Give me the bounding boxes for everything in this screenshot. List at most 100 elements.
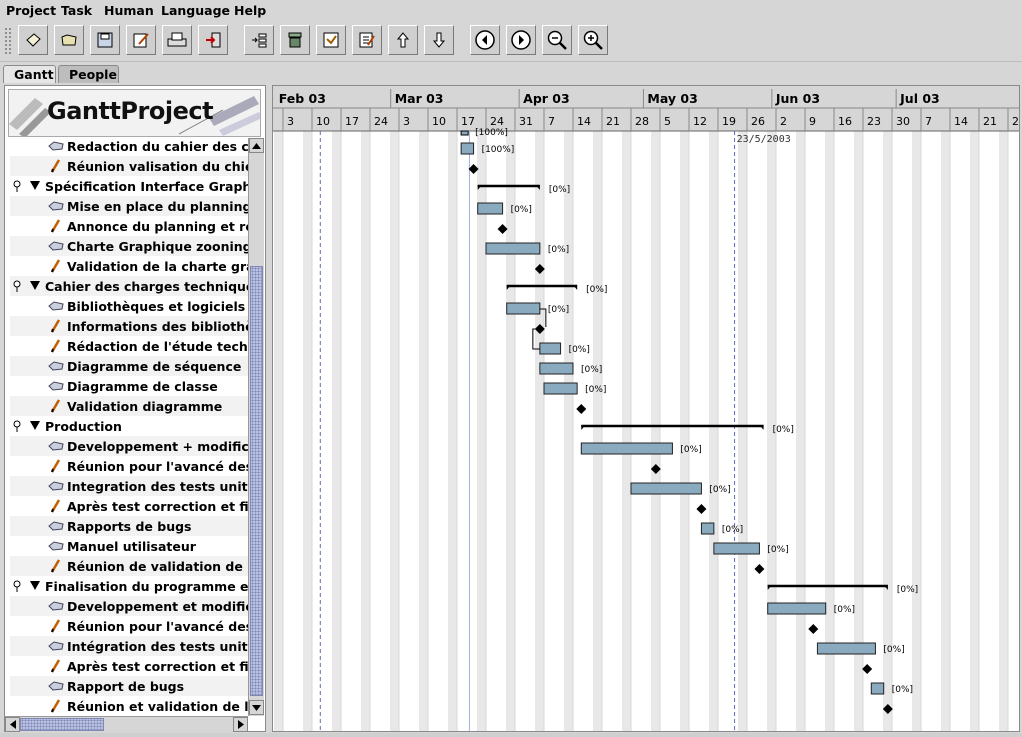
pin-icon[interactable] — [12, 420, 22, 432]
task-bar[interactable] — [460, 142, 475, 155]
new-project-button[interactable] — [18, 25, 48, 55]
scroll-forward-icon — [511, 30, 531, 50]
task-row[interactable]: Integration des tests unitaires — [10, 476, 253, 496]
task-bar[interactable] — [506, 302, 541, 315]
gantt-chart[interactable]: Feb 03 Mar 03 Apr 03 May 03 Jun 03 Jul 03 3 10 1… — [273, 86, 1020, 732]
toolbar-grip[interactable] — [4, 27, 12, 55]
task-row[interactable]: Diagramme de classe — [10, 376, 253, 396]
collapse-triangle-icon[interactable] — [30, 581, 40, 590]
indent-task-button[interactable] — [352, 25, 382, 55]
task-label: Developpement et modificatio — [67, 599, 253, 614]
task-group-row[interactable]: Finalisation du programme et co — [10, 576, 253, 596]
open-project-button[interactable] — [54, 25, 84, 55]
task-group-row[interactable]: Production — [10, 416, 253, 436]
task-row[interactable]: Diagramme de séquence — [10, 356, 253, 376]
task-bar[interactable] — [816, 642, 876, 655]
scroll-left-button[interactable] — [5, 717, 20, 732]
milestone-diamond[interactable] — [576, 404, 587, 414]
milestone-diamond[interactable] — [754, 564, 765, 574]
collapse-triangle-icon[interactable] — [30, 421, 40, 430]
task-row[interactable]: Réunion valisation du chier de — [10, 156, 253, 176]
task-row[interactable]: Rapports de bugs — [10, 516, 253, 536]
delete-task-button[interactable] — [280, 25, 310, 55]
task-row[interactable]: Developpement et modificatio — [10, 596, 253, 616]
task-bar[interactable] — [580, 442, 673, 455]
zoom-in-button[interactable] — [578, 25, 608, 55]
edit-project-button[interactable] — [126, 25, 156, 55]
task-row[interactable]: Developpement + modificatio — [10, 436, 253, 456]
milestone-diamond[interactable] — [696, 504, 707, 514]
task-row[interactable]: Annonce du planning et regro — [10, 216, 253, 236]
collapse-triangle-icon[interactable] — [30, 181, 40, 190]
task-row[interactable]: Après test correction et fin de — [10, 656, 253, 676]
pin-icon[interactable] — [12, 180, 22, 192]
task-row[interactable]: Réunion pour l'avancé des tra — [10, 456, 253, 476]
exit-button[interactable] — [198, 25, 228, 55]
task-bar[interactable] — [767, 602, 827, 615]
tab-people[interactable]: People — [58, 65, 119, 83]
menu-task[interactable]: Task — [61, 3, 92, 18]
tab-gantt[interactable]: Gantt — [3, 65, 56, 83]
week-day-label: 9 — [809, 115, 816, 128]
task-row[interactable]: Mise en place du planning — [10, 196, 253, 216]
task-label: Rédaction de l'étude technique — [67, 339, 253, 354]
task-tree-horizontal-scrollbar[interactable] — [5, 716, 248, 732]
zoom-out-button[interactable] — [542, 25, 572, 55]
collapse-triangle-icon[interactable] — [30, 281, 40, 290]
milestone-diamond[interactable] — [808, 624, 819, 634]
print-button[interactable] — [162, 25, 192, 55]
week-day-label: 17 — [345, 115, 359, 128]
milestone-diamond[interactable] — [862, 664, 873, 674]
menu-language[interactable]: Language — [161, 3, 230, 18]
task-bar[interactable] — [539, 342, 562, 355]
weekend-column — [854, 131, 863, 731]
task-bar[interactable] — [870, 682, 885, 695]
progress-label: [0%] — [773, 425, 794, 435]
task-row[interactable]: Bibliothèques et logiciels exte — [10, 296, 253, 316]
task-icon — [48, 681, 64, 691]
task-group-row[interactable]: Cahier des charges techniques — [10, 276, 253, 296]
task-bar[interactable] — [713, 542, 760, 555]
task-row[interactable]: Intégration des tests unitair — [10, 636, 253, 656]
weekend-column — [332, 131, 341, 731]
task-bar[interactable] — [460, 130, 469, 136]
horizontal-scroll-thumb[interactable] — [20, 718, 104, 731]
task-bar[interactable] — [543, 382, 578, 395]
scroll-forward-button[interactable] — [506, 25, 536, 55]
move-up-button[interactable] — [388, 25, 418, 55]
scroll-right-button[interactable] — [233, 717, 248, 732]
task-bar[interactable] — [477, 202, 504, 215]
month-label: May 03 — [647, 91, 697, 106]
menu-help[interactable]: Help — [234, 3, 266, 18]
task-row[interactable]: Validation de la charte graphi — [10, 256, 253, 276]
task-row[interactable]: Après test correction et fin de — [10, 496, 253, 516]
task-row[interactable]: Validation diagramme — [10, 396, 253, 416]
pin-icon[interactable] — [12, 580, 22, 592]
menu-project[interactable]: Project — [6, 3, 56, 18]
vertical-scroll-thumb[interactable] — [250, 266, 263, 696]
task-bar[interactable] — [630, 482, 702, 495]
scroll-down-button[interactable] — [249, 700, 264, 715]
task-row[interactable]: Manuel utilisateur — [10, 536, 253, 556]
scroll-up-button[interactable] — [249, 138, 264, 153]
task-row[interactable]: Rédaction de l'étude technique — [10, 336, 253, 356]
task-bar[interactable] — [485, 242, 541, 255]
task-tree-vertical-scrollbar[interactable] — [248, 138, 264, 716]
new-task-button[interactable] — [244, 25, 274, 55]
menu-human[interactable]: Human — [104, 3, 154, 18]
task-bar[interactable] — [539, 362, 574, 375]
task-row[interactable]: Redaction du cahier des charg — [10, 136, 253, 156]
task-row[interactable]: Charte Graphique zooning — [10, 236, 253, 256]
task-group-row[interactable]: Spécification Interface Graphique — [10, 176, 253, 196]
task-row[interactable]: Réunion pour l'avancé des tra — [10, 616, 253, 636]
save-project-button[interactable] — [90, 25, 120, 55]
task-row[interactable]: Informations des bibliothèque — [10, 316, 253, 336]
task-row[interactable]: Rapport de bugs — [10, 676, 253, 696]
task-properties-button[interactable] — [316, 25, 346, 55]
task-row[interactable]: Réunion et validation de la ve — [10, 696, 253, 716]
scroll-back-button[interactable] — [470, 25, 500, 55]
task-bar[interactable] — [700, 522, 715, 535]
pin-icon[interactable] — [12, 280, 22, 292]
task-row[interactable]: Réunion de validation de la ve — [10, 556, 253, 576]
move-down-button[interactable] — [424, 25, 454, 55]
